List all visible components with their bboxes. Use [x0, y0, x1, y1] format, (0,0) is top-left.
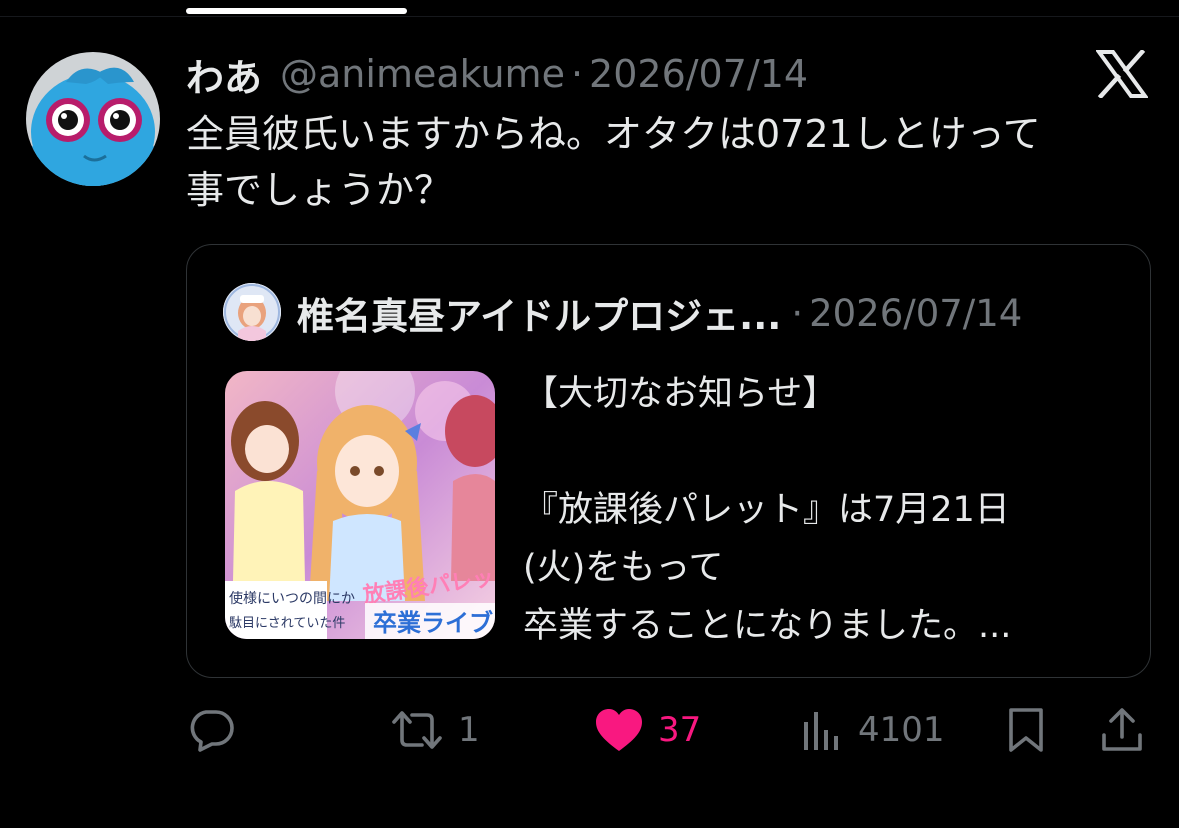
heart-icon: [596, 709, 642, 751]
quoted-author-avatar[interactable]: [223, 283, 281, 341]
like-button[interactable]: 37: [594, 700, 701, 760]
quoted-media-thumbnail[interactable]: 使様にいつの間にか 駄目にされていた件 放課後パレッ 卒業ライブ: [225, 371, 495, 639]
bookmark-icon: [1009, 708, 1043, 752]
tweet-action-bar: 1 37 4101: [0, 700, 1179, 760]
quoted-text-line: 卒業することになりました。...: [523, 606, 1012, 646]
tweet-text-line: 全員彼氏いますからね。オタクは0721しとけって: [186, 112, 1041, 156]
author-avatar[interactable]: [26, 52, 160, 186]
thumb-overlay-text: 卒業ライブ: [373, 609, 493, 637]
quoted-tweet-card[interactable]: 椎名真昼アイドルプロジェ... · 2026/07/14 使様にいつの間にか 駄…: [186, 244, 1151, 678]
tweet-date[interactable]: 2026/07/14: [589, 52, 808, 96]
quoted-text-line: 【大切なお知らせ】: [523, 374, 838, 414]
tweet-header: わあ @animeakume · 2026/07/14: [186, 50, 808, 100]
quoted-text-line: 『放課後パレット』は7月21日: [523, 490, 1010, 530]
like-count: 37: [658, 710, 702, 750]
x-logo-icon[interactable]: [1096, 50, 1148, 98]
thumb-overlay-text: 使様にいつの間にか: [229, 590, 355, 607]
quoted-text-line: (火)をもって: [523, 548, 724, 588]
views-icon: [804, 712, 838, 750]
reply-button[interactable]: [186, 700, 236, 760]
bookmark-button[interactable]: [1006, 700, 1046, 760]
quoted-author-display-name[interactable]: 椎名真昼アイドルプロジェ...: [297, 286, 781, 340]
quoted-text-line: [523, 423, 1123, 481]
thumb-overlay-text: 駄目にされていた件: [229, 616, 345, 631]
quoted-tweet-text: 【大切なお知らせ】 『放課後パレット』は7月21日 (火)をもって 卒業すること…: [523, 365, 1123, 655]
quoted-tweet-date[interactable]: 2026/07/14: [809, 292, 1022, 335]
author-display-name[interactable]: わあ: [186, 47, 262, 102]
blue-plush-avatar: [26, 52, 160, 186]
quoted-header-separator: ·: [791, 291, 804, 335]
views-count: 4101: [858, 710, 945, 750]
quoted-tweet-header: 椎名真昼アイドルプロジェ... · 2026/07/14: [297, 286, 1022, 340]
share-icon: [1102, 708, 1142, 751]
sheet-drag-handle[interactable]: [186, 8, 407, 14]
top-divider: [0, 16, 1179, 17]
reply-icon: [190, 710, 234, 752]
header-separator: ·: [570, 52, 584, 96]
retweet-icon: [392, 711, 442, 749]
retweet-count: 1: [458, 710, 480, 750]
tweet-text-line: 事でしょうか？: [186, 168, 453, 212]
author-handle[interactable]: @animeakume: [280, 52, 565, 96]
retweet-button[interactable]: 1: [390, 700, 480, 760]
anime-idol-avatar: [223, 283, 281, 341]
views-button[interactable]: 4101: [800, 700, 945, 760]
share-button[interactable]: [1100, 700, 1144, 760]
tweet-text: 全員彼氏いますからね。オタクは0721しとけって 事でしょうか？: [186, 106, 1146, 218]
